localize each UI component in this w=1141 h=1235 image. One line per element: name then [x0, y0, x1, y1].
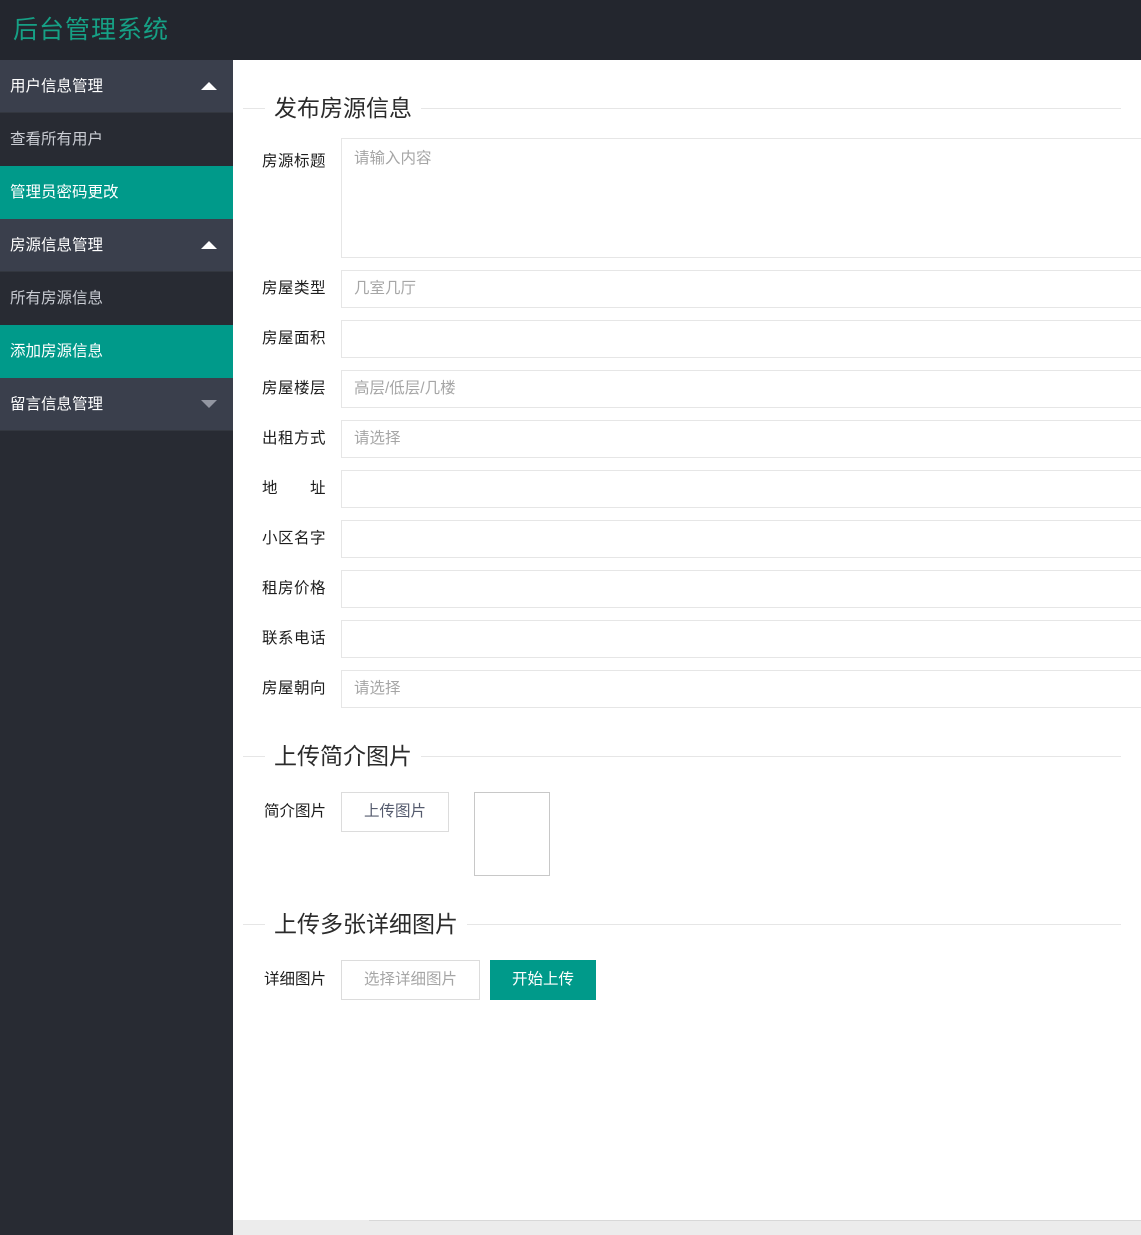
sidebar-item-user-management[interactable]: 用户信息管理: [0, 60, 233, 113]
upload-row-intro-image: 简介图片 上传图片: [233, 792, 1141, 876]
community-name-input[interactable]: [341, 520, 1141, 558]
rent-price-input[interactable]: [341, 570, 1141, 608]
field-label-rent-method: 出租方式: [261, 430, 326, 447]
section-spacer-1: [233, 708, 1141, 738]
contact-phone-input[interactable]: [341, 620, 1141, 658]
sidebar-item-view-all-users[interactable]: 查看所有用户: [0, 113, 233, 166]
sidebar-item-label: 用户信息管理: [10, 78, 104, 95]
form-row-house-floor: 房屋楼层 高层/低层/几楼: [233, 370, 1141, 408]
form-row-house-type: 房屋类型 几室几厅: [233, 270, 1141, 308]
section-title: 上传多张详细图片: [265, 906, 467, 942]
section-spacer-2: [233, 876, 1141, 906]
section-title: 发布房源信息: [265, 90, 421, 126]
upload-row-detail-images: 详细图片 选择详细图片 开始上传: [233, 960, 1141, 1000]
field-label-house-floor: 房屋楼层: [261, 380, 326, 397]
form-row-house-title: 房源标题 请输入内容: [233, 138, 1141, 258]
field-label-contact-phone: 联系电话: [261, 630, 326, 647]
sidebar-item-add-house-info[interactable]: 添加房源信息: [0, 325, 233, 378]
address-input[interactable]: [341, 470, 1141, 508]
top-spacer: [233, 60, 1141, 90]
form-row-address: 地 址: [233, 470, 1141, 508]
top-header-bar: 后台管理系统: [0, 0, 1141, 60]
sidebar-item-label: 所有房源信息: [10, 290, 104, 307]
sidebar-item-label: 查看所有用户: [10, 131, 104, 148]
section-legend: 上传多张详细图片: [243, 906, 1141, 942]
house-floor-input[interactable]: 高层/低层/几楼: [341, 370, 1141, 408]
form-row-rent-method: 出租方式 请选择: [233, 420, 1141, 458]
section-publish-house-info: 发布房源信息 房源标题 请输入内容 房屋类型 几室几厅 房屋面积 房屋楼层 高层…: [233, 90, 1141, 708]
field-label-rent-price: 租房价格: [261, 580, 326, 597]
sidebar-item-all-house-info[interactable]: 所有房源信息: [0, 272, 233, 325]
chevron-up-icon: [201, 82, 217, 90]
main-content: 发布房源信息 房源标题 请输入内容 房屋类型 几室几厅 房屋面积 房屋楼层 高层…: [233, 60, 1141, 1235]
form-row-house-area: 房屋面积: [233, 320, 1141, 358]
field-label-intro-image: 简介图片: [263, 803, 326, 820]
section-legend: 发布房源信息: [243, 90, 1141, 126]
house-title-textarea[interactable]: 请输入内容: [341, 138, 1141, 258]
chevron-up-icon: [201, 241, 217, 249]
intro-image-preview: [474, 792, 551, 876]
field-label-address: 地 址: [261, 480, 326, 497]
section-legend: 上传简介图片: [243, 738, 1141, 774]
app-logo-title: 后台管理系统: [13, 16, 170, 44]
form-row-house-orientation: 房屋朝向 请选择: [233, 670, 1141, 708]
rent-method-select[interactable]: 请选择: [341, 420, 1141, 458]
bottom-strip-divider: [369, 1220, 1141, 1221]
sidebar-item-label: 添加房源信息: [10, 343, 104, 360]
sidebar-item-admin-password-change[interactable]: 管理员密码更改: [0, 166, 233, 219]
upload-image-button[interactable]: 上传图片: [341, 792, 450, 832]
sidebar-item-house-management[interactable]: 房源信息管理: [0, 219, 233, 272]
form-row-contact-phone: 联系电话: [233, 620, 1141, 658]
section-upload-intro-image: 上传简介图片 简介图片 上传图片: [233, 738, 1141, 876]
sidebar-item-label: 房源信息管理: [10, 237, 104, 254]
field-label-house-type: 房屋类型: [261, 280, 326, 297]
sidebar-nav: 用户信息管理 查看所有用户 管理员密码更改 房源信息管理 所有房源信息 添加房源…: [0, 60, 233, 1235]
sidebar-item-label: 管理员密码更改: [10, 184, 119, 201]
house-type-input[interactable]: 几室几厅: [341, 270, 1141, 308]
choose-detail-images-input[interactable]: 选择详细图片: [341, 960, 481, 1000]
house-area-input[interactable]: [341, 320, 1141, 358]
form-row-community-name: 小区名字: [233, 520, 1141, 558]
bottom-strip: [233, 1220, 1141, 1235]
field-label-detail-images: 详细图片: [263, 971, 326, 988]
field-label-house-area: 房屋面积: [261, 330, 326, 347]
house-orientation-select[interactable]: 请选择: [341, 670, 1141, 708]
form-row-rent-price: 租房价格: [233, 570, 1141, 608]
section-title: 上传简介图片: [265, 738, 421, 774]
sidebar-item-label: 留言信息管理: [10, 396, 104, 413]
field-label-community-name: 小区名字: [261, 530, 326, 547]
section-upload-detail-images: 上传多张详细图片 详细图片 选择详细图片 开始上传: [233, 906, 1141, 1000]
field-label-house-title: 房源标题: [261, 153, 326, 170]
chevron-down-icon: [201, 400, 217, 408]
field-label-house-orientation: 房屋朝向: [261, 680, 326, 697]
start-upload-button[interactable]: 开始上传: [490, 960, 597, 1000]
sidebar-item-message-management[interactable]: 留言信息管理: [0, 378, 233, 431]
